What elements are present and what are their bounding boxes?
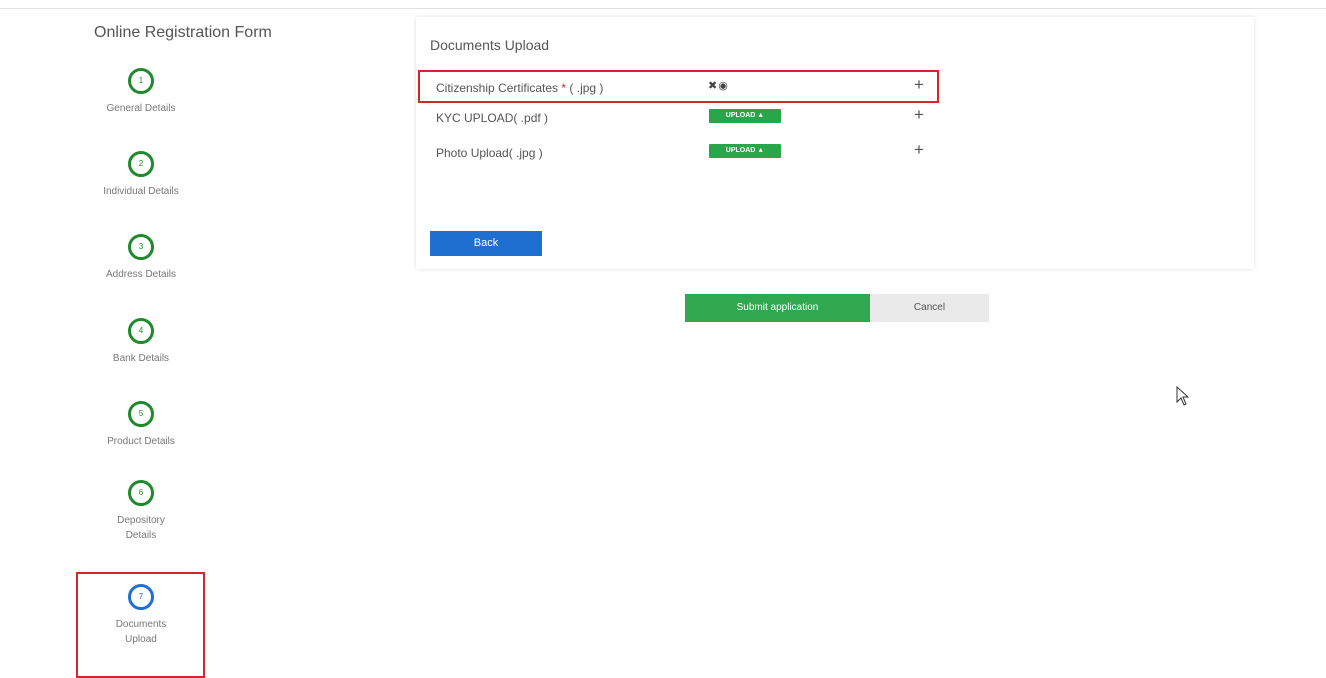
step-number: 1 [128,68,154,94]
document-label: KYC UPLOAD( .pdf ) [436,111,549,125]
step-individual-details[interactable]: 2 Individual Details [76,151,206,199]
document-row-kyc: KYC UPLOAD( .pdf ) UPLOAD ▲ + [420,103,936,133]
step-depository-details[interactable]: 6 Depository Details [76,480,206,543]
step-label: General Details [106,103,176,114]
citizenship-row-highlight [418,70,939,103]
step-number: 5 [128,401,154,427]
mouse-cursor-icon [1176,386,1190,406]
top-divider [0,8,1326,9]
step-label: Bank Details [112,353,170,364]
step-label-line2: Details [125,530,157,541]
step-label: Individual Details [103,186,179,197]
step-label: Product Details [107,436,175,447]
upload-button-label: UPLOAD [725,147,756,154]
step-number: 2 [128,151,154,177]
step-number: 6 [128,480,154,506]
submit-application-button[interactable]: Submit application [685,294,870,322]
form-title: Online Registration Form [94,24,272,41]
step-general-details[interactable]: 1 General Details [76,68,206,116]
document-row-photo: Photo Upload( .jpg ) UPLOAD ▲ + [420,138,936,168]
upload-button[interactable]: UPLOAD ▲ [709,144,781,158]
step-product-details[interactable]: 5 Product Details [76,401,206,449]
upload-button[interactable]: UPLOAD ▲ [709,109,781,123]
plus-icon[interactable]: + [914,140,924,160]
user-upload-icon: ▲ [757,147,765,154]
plus-icon[interactable]: + [914,105,924,125]
step-label: Depository Details [76,513,206,543]
step-bank-details[interactable]: 4 Bank Details [76,318,206,366]
back-button[interactable]: Back [430,231,542,256]
panel-title: Documents Upload [430,37,550,53]
active-step-highlight [76,572,205,678]
user-upload-icon: ▲ [757,112,765,119]
upload-button-label: UPLOAD [725,112,756,119]
document-label: Photo Upload( .jpg ) [436,146,543,160]
step-address-details[interactable]: 3 Address Details [76,234,206,282]
step-number: 4 [128,318,154,344]
step-label: Address Details [105,269,177,280]
step-number: 3 [128,234,154,260]
step-label-line1: Depository [117,515,165,526]
cancel-button[interactable]: Cancel [870,294,989,322]
